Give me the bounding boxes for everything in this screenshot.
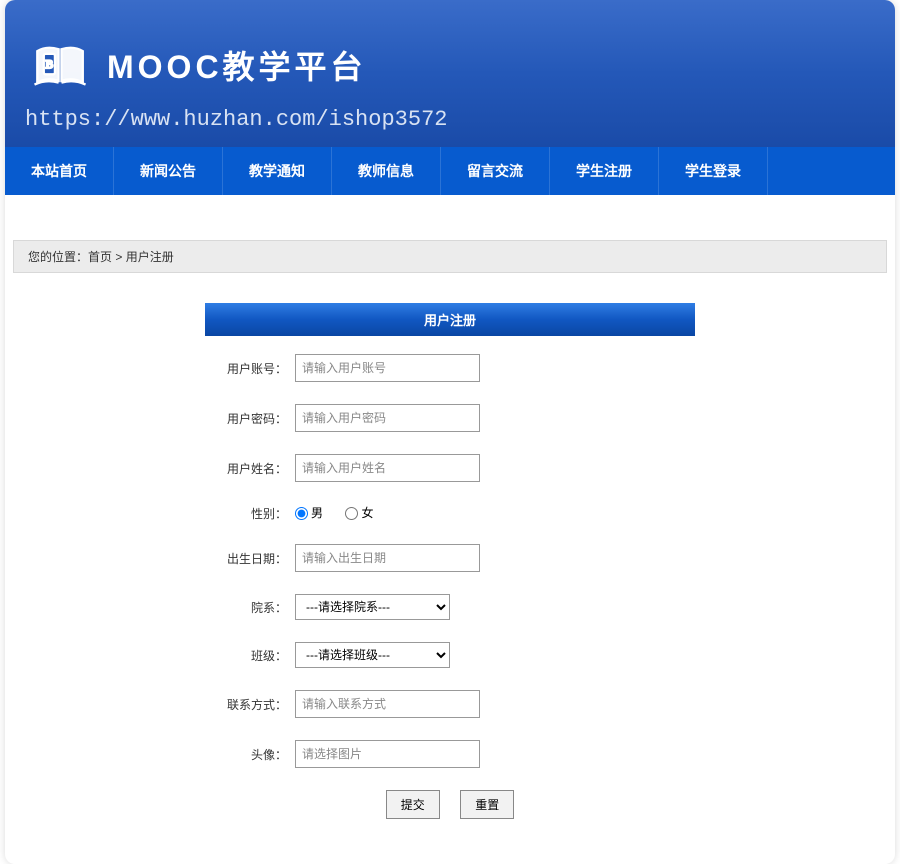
- label-contact: 联系方式：: [200, 696, 295, 713]
- birth-input[interactable]: [295, 544, 480, 572]
- nav-notice[interactable]: 教学通知: [223, 147, 332, 195]
- form-title: 用户注册: [205, 303, 695, 336]
- breadcrumb-current: 用户注册: [126, 250, 174, 264]
- nav-login[interactable]: 学生登录: [659, 147, 768, 195]
- label-dept: 院系：: [200, 599, 295, 616]
- realname-input[interactable]: [295, 454, 480, 482]
- breadcrumb: 您的位置：首页 > 用户注册: [13, 240, 887, 273]
- dept-select[interactable]: ---请选择院系---: [295, 594, 450, 620]
- watermark-url: https://www.huzhan.com/ishop3572: [25, 107, 875, 132]
- password-input[interactable]: [295, 404, 480, 432]
- label-realname: 用户姓名：: [200, 460, 295, 477]
- book-logo-icon: B: [25, 35, 95, 95]
- label-gender: 性别：: [200, 505, 295, 522]
- site-title: MOOC教学平台: [107, 42, 367, 88]
- label-password: 用户密码：: [200, 410, 295, 427]
- nav-message[interactable]: 留言交流: [441, 147, 550, 195]
- gender-female-radio[interactable]: [345, 507, 358, 520]
- label-avatar: 头像：: [200, 746, 295, 763]
- label-class: 班级：: [200, 647, 295, 664]
- gender-female-label[interactable]: 女: [345, 506, 373, 520]
- nav-home[interactable]: 本站首页: [5, 147, 114, 195]
- breadcrumb-prefix: 您的位置：: [28, 250, 88, 264]
- breadcrumb-sep: >: [112, 250, 126, 264]
- page-header: B MOOC教学平台 https://www.huzhan.com/ishop3…: [5, 0, 895, 147]
- gender-male-label[interactable]: 男: [295, 506, 323, 520]
- contact-input[interactable]: [295, 690, 480, 718]
- avatar-input[interactable]: [295, 740, 480, 768]
- username-input[interactable]: [295, 354, 480, 382]
- nav-news[interactable]: 新闻公告: [114, 147, 223, 195]
- nav-teacher[interactable]: 教师信息: [332, 147, 441, 195]
- main-navbar: 本站首页 新闻公告 教学通知 教师信息 留言交流 学生注册 学生登录: [5, 147, 895, 195]
- submit-button[interactable]: 提交: [386, 790, 440, 819]
- class-select[interactable]: ---请选择班级---: [295, 642, 450, 668]
- reset-button[interactable]: 重置: [460, 790, 514, 819]
- nav-register[interactable]: 学生注册: [550, 147, 659, 195]
- gender-male-radio[interactable]: [295, 507, 308, 520]
- svg-text:B: B: [45, 58, 52, 70]
- label-birth: 出生日期：: [200, 550, 295, 567]
- label-username: 用户账号：: [200, 360, 295, 377]
- breadcrumb-home-link[interactable]: 首页: [88, 250, 112, 264]
